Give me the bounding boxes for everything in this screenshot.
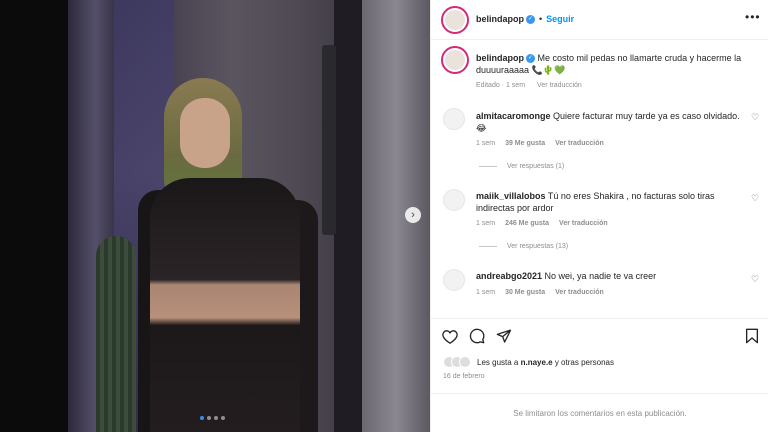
comment-time: 1 sem (476, 289, 496, 296)
verified-badge-icon: ✓ (526, 15, 535, 25)
verified-badge-icon: ✓ (526, 54, 535, 64)
post-date: 16 de febrero (443, 373, 485, 380)
carousel-next-button[interactable]: › (405, 207, 421, 223)
view-replies-link[interactable]: Ver respuestas (1) (479, 163, 564, 170)
share-paper-plane-icon[interactable] (495, 327, 513, 345)
avatar[interactable] (441, 6, 469, 34)
comment-likes[interactable]: 246 Me gusta (505, 220, 549, 227)
view-replies-link[interactable]: Ver respuestas (13) (479, 243, 568, 250)
follow-button[interactable]: Seguir (546, 14, 574, 24)
comment-time: 1 sem (476, 220, 496, 227)
comment-username[interactable]: almitacaromonge (476, 111, 551, 121)
caption-avatar[interactable] (441, 46, 469, 74)
likes-others-link[interactable]: y otras personas (553, 358, 614, 367)
post-header: belindapop ✓ • Seguir ••• (431, 0, 768, 40)
carousel-dot (207, 416, 211, 420)
comment-text: No wei, ya nadie te va creer (544, 271, 657, 281)
cactus (96, 236, 136, 432)
header-username[interactable]: belindapop (476, 14, 524, 24)
caption-edited: Editado · 1 sem (476, 82, 526, 89)
comment-bubble-icon[interactable] (468, 327, 486, 345)
carousel-dot (214, 416, 218, 420)
comment-avatar[interactable] (443, 189, 465, 211)
carousel-dot (200, 416, 204, 420)
carousel-dot (221, 416, 225, 420)
comment-like-heart-icon[interactable]: ♡ (751, 193, 759, 204)
liker-username[interactable]: n.naye.e (521, 358, 553, 367)
comment-translate-link[interactable]: Ver traducción (559, 220, 608, 227)
caption-translate-link[interactable]: Ver traducción (537, 82, 582, 89)
post-photo[interactable] (68, 0, 430, 432)
payphone (322, 45, 336, 235)
carousel-dots (200, 416, 225, 420)
like-heart-icon[interactable] (441, 327, 459, 345)
person-figure (150, 178, 300, 432)
chevron-right-icon: › (411, 208, 415, 221)
comment-likes[interactable]: 39 Me gusta (505, 140, 545, 147)
comment-avatar[interactable] (443, 269, 465, 291)
save-bookmark-icon[interactable] (743, 327, 761, 345)
comments-limited-notice: Se limitaron los comentarios en esta pub… (431, 393, 768, 432)
comment-username[interactable]: maiik_villalobos (476, 191, 546, 201)
post-caption: belindapop ✓ Me costo mil pedas no llamar… (476, 52, 756, 76)
left-backdrop (0, 0, 68, 432)
liker-avatar (459, 356, 471, 368)
comment-avatar[interactable] (443, 108, 465, 130)
more-dots-icon[interactable]: ••• (745, 10, 761, 24)
comment-likes[interactable]: 30 Me gusta (505, 289, 545, 296)
comment-translate-link[interactable]: Ver traducción (555, 140, 604, 147)
comment-translate-link[interactable]: Ver traducción (555, 289, 604, 296)
comment-time: 1 sem (476, 140, 496, 147)
comment-like-heart-icon[interactable]: ♡ (751, 112, 759, 123)
caption-username[interactable]: belindapop (476, 53, 524, 63)
post-side-panel: belindapop ✓ • Seguir ••• belindapop ✓ Me c… (430, 0, 768, 432)
comment-like-heart-icon[interactable]: ♡ (751, 274, 759, 285)
comment-username[interactable]: andreabgo2021 (476, 271, 542, 281)
likes-summary: Les gusta a n.naye.e y otras personas (443, 356, 614, 368)
caption-meta: Editado · 1 sem Ver traducción (476, 82, 594, 89)
post-actions-bar (431, 318, 768, 352)
